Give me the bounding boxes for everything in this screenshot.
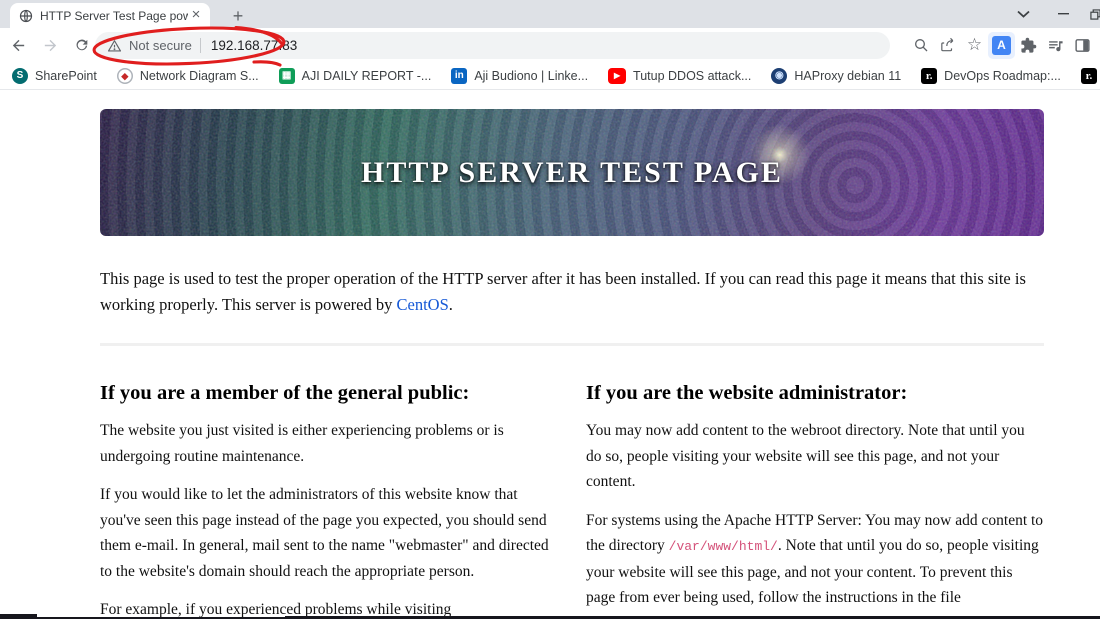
bookmark-label: SharePoint: [35, 68, 97, 83]
public-heading: If you are a member of the general publi…: [100, 382, 470, 404]
paragraph: The website you just visited is either e…: [100, 418, 558, 469]
search-icon[interactable]: [907, 32, 934, 59]
text-run: The website you just visited is either e…: [100, 422, 504, 465]
intro-paragraph: This page is used to test the proper ope…: [100, 266, 1044, 317]
bookmark-sharepoint[interactable]: S SharePoint: [9, 65, 100, 87]
extensions-puzzle-icon[interactable]: [1015, 32, 1042, 59]
bookmark-label: HAProxy debian 11: [794, 68, 902, 83]
omnibox-divider: [199, 38, 201, 53]
tab-strip: HTTP Server Test Page powered × +: [0, 0, 1100, 28]
text-run: You may now add content to the webroot d…: [586, 422, 1025, 490]
bookmark-label: Tutup DDOS attack...: [633, 68, 752, 83]
text-run: .: [448, 294, 453, 314]
google-sheets-icon: ▦: [278, 67, 295, 84]
bookmark-label: Network Diagram S...: [139, 68, 259, 83]
hero-banner: HTTP SERVER TEST PAGE: [100, 109, 1044, 236]
paragraph: For systems using the Apache HTTP Server…: [586, 508, 1044, 619]
admin-column: If you are the website administrator: Yo…: [586, 360, 1044, 619]
bookmarks-bar: S SharePoint ◆ Network Diagram S... ▦ AJ…: [0, 62, 1100, 90]
text-run: This page is used to test the proper ope…: [100, 269, 1026, 314]
roadmap-icon: r.: [1080, 67, 1097, 84]
back-button[interactable]: [4, 31, 32, 59]
bookmark-label: DevOps Roadmap:...: [944, 68, 1061, 83]
window-minimize-button[interactable]: [1048, 0, 1078, 28]
bookmark-aji-daily-report[interactable]: ▦ AJI DAILY REPORT -...: [276, 65, 435, 87]
paragraph: You may now add content to the webroot d…: [586, 418, 1044, 495]
tab-search-chevron-icon[interactable]: [1008, 0, 1038, 28]
public-column: If you are a member of the general publi…: [100, 360, 558, 619]
playlist-extension-icon[interactable]: [1042, 32, 1069, 59]
side-panel-icon[interactable]: [1069, 32, 1096, 59]
bookmark-network-diagram[interactable]: ◆ Network Diagram S...: [114, 65, 262, 87]
url-text[interactable]: 192.168.77.83: [211, 38, 297, 53]
linkedin-icon: in: [451, 67, 468, 84]
bookmark-label: Aji Budiono | Linke...: [474, 68, 589, 83]
admin-heading: If you are the website administrator:: [586, 382, 908, 404]
not-secure-warning-icon: [107, 39, 122, 53]
inline-code: /var/www/html/: [668, 539, 778, 554]
browser-toolbar: Not secure 192.168.77.83 ☆ A: [0, 28, 1100, 62]
tab-close-icon[interactable]: ×: [188, 7, 204, 24]
bookmark-linkedin[interactable]: in Aji Budiono | Linke...: [448, 65, 591, 87]
divider: [100, 343, 1044, 346]
network-diagram-icon: ◆: [116, 67, 133, 84]
browser-tab[interactable]: HTTP Server Test Page powered ×: [10, 3, 210, 28]
text-run: If you would like to let the administrat…: [100, 486, 549, 580]
new-tab-button[interactable]: +: [226, 5, 250, 29]
page-title: HTTP SERVER TEST PAGE: [361, 155, 783, 189]
address-bar[interactable]: Not secure 192.168.77.83: [95, 32, 890, 59]
share-icon[interactable]: [934, 32, 961, 59]
paragraph: If you would like to let the administrat…: [100, 482, 558, 584]
page-viewport: HTTP SERVER TEST PAGE This page is used …: [0, 109, 1100, 619]
translate-extension-icon[interactable]: A: [988, 31, 1015, 59]
bookmark-docker-roadmap[interactable]: r. Docker Roadmap -...: [1078, 65, 1100, 87]
reload-button[interactable]: [68, 31, 96, 59]
bookmark-devops-roadmap[interactable]: r. DevOps Roadmap:...: [918, 65, 1064, 87]
forward-button[interactable]: [36, 31, 64, 59]
roadmap-icon: r.: [921, 67, 938, 84]
inline-link[interactable]: CentOS: [396, 295, 448, 314]
bookmark-youtube[interactable]: ▶ Tutup DDOS attack...: [605, 65, 754, 87]
sharepoint-icon: S: [12, 67, 28, 84]
bookmark-label: AJI DAILY REPORT -...: [301, 68, 432, 83]
haproxy-icon: ◉: [771, 67, 788, 84]
bookmark-star-icon[interactable]: ☆: [961, 32, 988, 59]
youtube-icon: ▶: [608, 67, 627, 84]
tab-title: HTTP Server Test Page powered: [40, 8, 188, 23]
not-secure-label: Not secure: [129, 38, 192, 53]
globe-favicon-icon: [19, 9, 33, 23]
bookmark-haproxy[interactable]: ◉ HAProxy debian 11: [768, 65, 904, 87]
taskbar-edge: [0, 614, 37, 619]
window-maximize-button[interactable]: [1080, 0, 1100, 28]
